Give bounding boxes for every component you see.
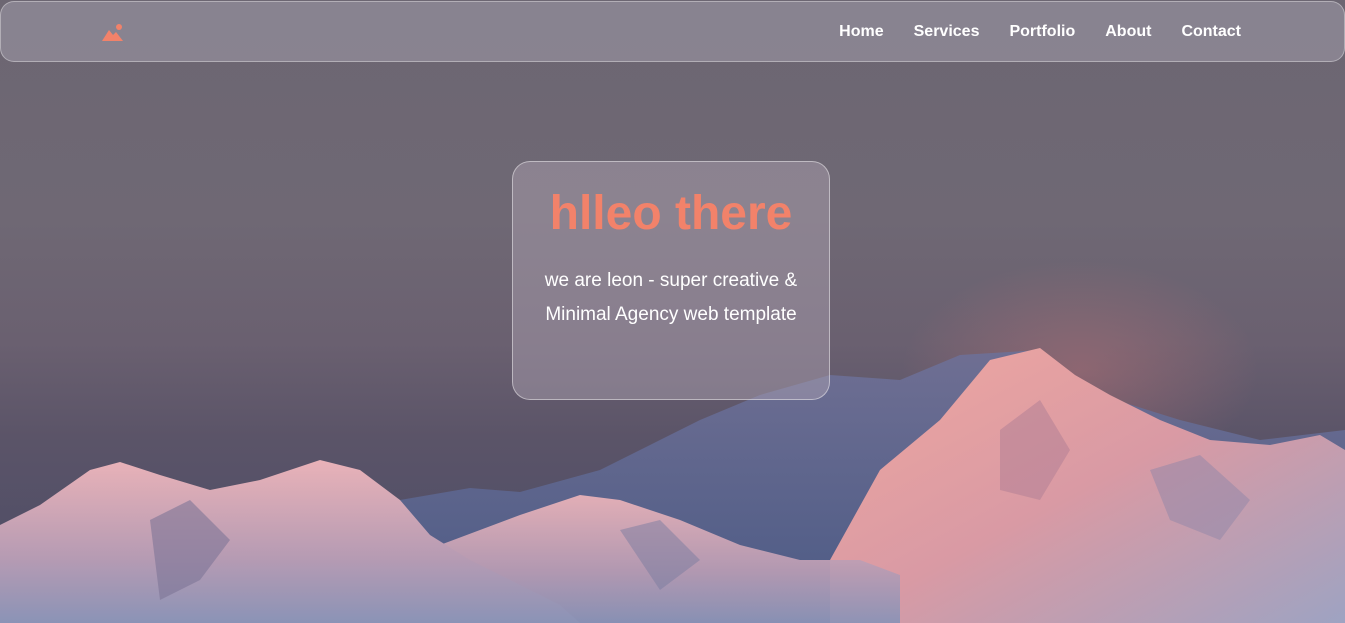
nav-about[interactable]: About <box>1105 23 1151 41</box>
nav-portfolio[interactable]: Portfolio <box>1009 23 1075 41</box>
nav-home[interactable]: Home <box>839 23 883 41</box>
top-navbar: Home Services Portfolio About Contact <box>0 1 1345 62</box>
nav-services[interactable]: Services <box>914 23 980 41</box>
mountain-sun-icon[interactable] <box>101 23 125 43</box>
hero-card: hlleo there we are leon - super creative… <box>512 161 830 400</box>
page: Home Services Portfolio About Contact hl… <box>0 0 1345 623</box>
hero-title: hlleo there <box>549 187 793 240</box>
nav-contact[interactable]: Contact <box>1181 23 1241 41</box>
hero-subtitle: we are leon - super creative & Minimal A… <box>544 270 798 325</box>
nav-links: Home Services Portfolio About Contact <box>839 2 1241 61</box>
